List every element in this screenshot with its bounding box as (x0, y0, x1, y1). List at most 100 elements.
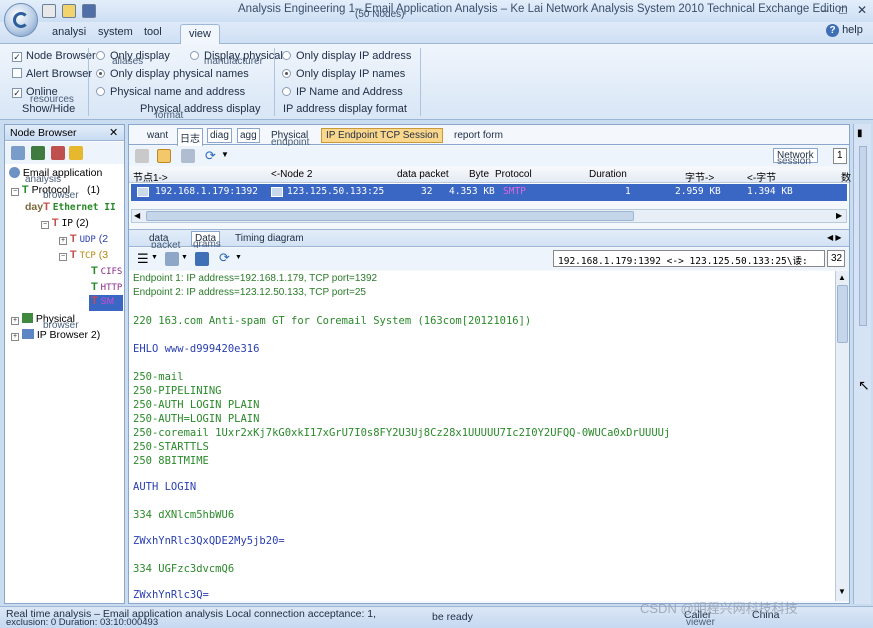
scroll-down-icon[interactable]: ▼ (838, 587, 846, 596)
stream-line: 250-coremail 1Uxr2xKj7kG0xkI17xGrU7I0s8F… (133, 427, 671, 439)
stream-line: EHLO www-d999420e316 (133, 343, 260, 355)
tab-agg[interactable]: agg (237, 128, 260, 143)
tab-report-form[interactable]: report form (454, 130, 503, 141)
tab-timing-diagram[interactable]: Timing diagram (235, 233, 304, 244)
col-node2[interactable]: <-Node 2 (271, 167, 312, 183)
protocol-overlay: browser (43, 190, 79, 201)
stream-content[interactable]: Endpoint 1: IP address=192.168.1.179, TC… (129, 271, 835, 601)
smtp-icon: T (91, 295, 98, 307)
scroll-right-icon[interactable]: ▶ (836, 211, 842, 220)
collapse-icon[interactable]: − (59, 253, 67, 261)
app-logo-icon[interactable] (4, 3, 38, 37)
filter-icon[interactable] (31, 146, 45, 160)
tab-system[interactable]: system (98, 26, 133, 38)
copy-icon[interactable] (135, 149, 149, 163)
endpoint-1-info: Endpoint 1: IP address=192.168.1.179, TC… (133, 273, 378, 284)
tab-want[interactable]: want (147, 130, 168, 141)
minimize-icon[interactable]: – (818, 3, 832, 17)
content-vertical-scrollbar[interactable]: ▲ ▼ (835, 271, 849, 601)
dock-scroll-thumb[interactable] (859, 146, 867, 326)
node-browser-close-icon[interactable]: ✕ (109, 126, 118, 139)
collapse-icon[interactable]: − (41, 221, 49, 229)
tree-item-ip[interactable]: − T IP (2) (41, 217, 89, 229)
pin-icon[interactable]: ▮ (857, 128, 863, 139)
cell-duration: 1 (625, 186, 631, 197)
only-ip-address-radio[interactable]: Only display IP address (282, 50, 411, 62)
only-ip-names-radio[interactable]: Only display IP names (282, 68, 405, 80)
save-icon[interactable] (82, 4, 96, 18)
col-node1[interactable]: 节点1-> (133, 167, 168, 184)
http-icon: T (91, 281, 98, 293)
tab-prev-icon[interactable]: ◀ ▶ (827, 233, 842, 242)
highlight-icon[interactable] (157, 149, 171, 163)
ready-status: be ready (432, 611, 473, 623)
session-grid: 节点1-> <-Node 2 data packet Byte Protocol… (129, 167, 851, 201)
computer-icon (271, 187, 283, 197)
chevron-down-icon[interactable]: ▼ (221, 150, 229, 159)
expand-icon[interactable]: + (11, 317, 19, 325)
scroll-left-icon[interactable]: ◀ (134, 211, 140, 220)
refresh-icon[interactable]: ⟳ (205, 148, 216, 164)
col-duration[interactable]: Duration (589, 167, 627, 183)
tab-diag[interactable]: diag (207, 128, 232, 143)
window-title-overlay: (50 Nodes) (355, 9, 405, 20)
tree-item-smtp[interactable]: T SM (89, 295, 123, 311)
node-browser-checkbox[interactable]: ✓ Node Browser (12, 50, 96, 62)
chevron-down-icon[interactable]: ▼ (151, 254, 158, 261)
scroll-thumb[interactable] (146, 211, 634, 221)
physical-name-address-radio[interactable]: Physical name and address (96, 86, 245, 98)
tcp-icon: T (69, 249, 77, 261)
alert-browser-checkbox[interactable]: Alert Browser (12, 68, 92, 80)
maximize-icon[interactable]: □ (836, 3, 850, 17)
chevron-down-icon[interactable]: ▼ (235, 254, 242, 261)
close-icon[interactable]: ✕ (855, 3, 869, 17)
endpoint-2-info: Endpoint 2: IP address=123.12.50.133, TC… (133, 287, 366, 298)
list-options-icon[interactable]: ☰ (137, 251, 149, 267)
tree-item-tcp[interactable]: − T TCP (3 (59, 249, 108, 261)
expand-all-icon[interactable] (11, 146, 25, 160)
expand-icon[interactable]: + (59, 237, 67, 245)
col-protocol[interactable]: Protocol (495, 167, 532, 183)
node-icon[interactable] (51, 146, 65, 160)
tab-view[interactable]: view (180, 24, 220, 44)
col-bytes-in[interactable]: <-字节 (747, 167, 776, 184)
help-icon: ? (826, 24, 839, 37)
expand-icon[interactable]: + (11, 333, 19, 341)
session-count-field[interactable]: 1 (833, 148, 847, 164)
refresh-icon[interactable]: ⟳ (219, 250, 230, 266)
col-packets[interactable]: data packet (397, 167, 449, 183)
col-bytes-out[interactable]: 字节-> (685, 167, 714, 184)
new-icon[interactable] (42, 4, 56, 18)
filter-icon[interactable] (181, 149, 195, 163)
stream-line: ZWxhYnRlc3Q= (133, 589, 209, 601)
scroll-up-icon[interactable]: ▲ (838, 273, 846, 282)
ip-name-address-radio[interactable]: IP Name and Address (282, 86, 403, 98)
open-folder-icon[interactable] (62, 4, 76, 18)
collapse-icon[interactable]: − (11, 188, 19, 196)
tcp-count: (3 (98, 249, 109, 261)
packet-count-field[interactable]: 32 (827, 250, 845, 267)
tab-ip-endpoint-tcp-session[interactable]: IP Endpoint TCP Session (321, 128, 444, 143)
col-count[interactable]: 数 (841, 167, 851, 184)
tree-item-udp[interactable]: + T UDP (2 (59, 233, 108, 245)
connection-selector[interactable]: 192.168.1.179:1392 <-> 123.125.50.133:25… (553, 250, 825, 267)
tab-log[interactable]: 日志 (177, 128, 203, 147)
chevron-down-icon[interactable]: ▼ (181, 254, 188, 261)
tab-analysis[interactable]: analysi (52, 26, 86, 38)
alert-browser-label: Alert Browser (26, 68, 93, 80)
tree-item-http[interactable]: T HTTP (91, 281, 122, 293)
export-icon[interactable] (195, 252, 209, 266)
tab-tool[interactable]: tool (144, 26, 162, 38)
only-physical-names-radio[interactable]: Only display physical names (96, 68, 249, 80)
help-button[interactable]: ? help (826, 24, 863, 37)
scroll-thumb[interactable] (837, 285, 848, 343)
tree-item-ip-browser[interactable]: + IP Browser 2) (11, 329, 100, 341)
tree-item-ethernet[interactable]: dayT Ethernet II (25, 201, 116, 213)
decode-icon[interactable] (165, 252, 179, 266)
tree-item-cifs[interactable]: T CIFS (91, 265, 122, 277)
grid-horizontal-scrollbar[interactable]: ◀ ▶ (131, 209, 847, 223)
tcp-label: TCP (79, 251, 96, 261)
col-bytes[interactable]: Byte (469, 167, 489, 183)
alert-icon[interactable] (69, 146, 83, 160)
table-row[interactable]: 192.168.1.179:1392 123.125.50.133:25 32 … (131, 184, 847, 201)
